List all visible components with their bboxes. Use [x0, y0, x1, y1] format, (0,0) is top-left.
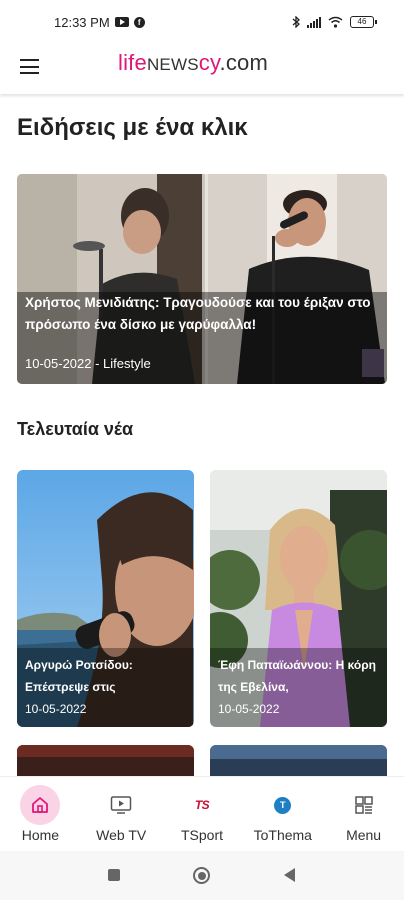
recent-apps-button[interactable]	[108, 869, 120, 881]
menu-grid-icon	[344, 785, 384, 825]
status-left: 12:33 PM f	[54, 15, 145, 30]
tsport-logo-icon: TS	[182, 785, 222, 825]
tothema-logo-icon: T	[263, 785, 303, 825]
section-title-latest: Τελευταία νέα	[17, 419, 134, 439]
nav-label: ToThema	[253, 827, 312, 843]
page-title: Ειδήσεις με ένα κλικ	[17, 114, 248, 141]
nav-item-tsport[interactable]: TS TSport	[162, 777, 243, 851]
home-icon	[20, 785, 61, 825]
youtube-notification-icon	[114, 17, 129, 27]
nav-item-tothema[interactable]: T ToThema	[242, 777, 323, 851]
nav-item-menu[interactable]: Menu	[323, 777, 404, 851]
nav-label: Web TV	[96, 827, 147, 843]
nav-label: Menu	[346, 827, 382, 843]
featured-article-meta: 10-05-2022 - Lifestyle	[25, 356, 151, 371]
tothema-logo-text: T	[274, 796, 292, 814]
news-card[interactable]: Αργυρώ Ροτσίδου: Επέστρεψε στις 10-05-20…	[17, 470, 194, 727]
news-card-title[interactable]: Αργυρώ Ροτσίδου: Επέστρεψε στις	[25, 654, 188, 698]
signal-icon	[307, 16, 321, 28]
battery-level: 46	[357, 17, 367, 26]
hamburger-icon[interactable]	[20, 59, 39, 75]
logo-part-news: NEWS	[146, 55, 199, 74]
news-card[interactable]: Έφη Παπαϊωάννου: Η κόρη της Εβελίνα, 10-…	[210, 470, 387, 727]
status-time: 12:33 PM	[54, 14, 110, 30]
facebook-notification-icon: f	[133, 16, 145, 28]
logo-part-life: life	[118, 50, 147, 75]
nav-item-home[interactable]: Home	[0, 777, 81, 851]
wifi-icon	[328, 16, 343, 28]
back-button[interactable]	[284, 868, 295, 882]
featured-article-card[interactable]: Χρήστος Μενιδιάτης: Τραγουδούσε και του …	[17, 174, 387, 384]
logo-part-com: .com	[219, 50, 269, 75]
news-card-date: 10-05-2022	[25, 702, 87, 716]
tv-play-icon	[101, 785, 141, 825]
logo-part-cy: cy	[198, 50, 220, 75]
nav-label: Home	[21, 827, 60, 843]
app-header: lifeNEWScy.com	[0, 44, 404, 94]
status-bar: 12:33 PM f 46	[0, 0, 404, 44]
bottom-nav: Home Web TV TS TSport T ToThema Menu	[0, 776, 404, 851]
tsport-logo-text: TS	[194, 798, 210, 812]
system-home-button[interactable]	[193, 867, 210, 884]
nav-label: TSport	[180, 827, 223, 843]
system-nav-bar	[0, 851, 404, 900]
status-right: 46	[292, 16, 377, 28]
featured-article-title[interactable]: Χρήστος Μενιδιάτης: Τραγουδούσε και του …	[25, 292, 379, 336]
news-card-title[interactable]: Έφη Παπαϊωάννου: Η κόρη της Εβελίνα,	[218, 654, 381, 698]
news-card-date: 10-05-2022	[218, 702, 280, 716]
site-logo[interactable]: lifeNEWScy.com	[118, 50, 268, 76]
nav-item-webtv[interactable]: Web TV	[81, 777, 162, 851]
bluetooth-icon	[292, 16, 300, 28]
battery-icon: 46	[350, 16, 377, 28]
